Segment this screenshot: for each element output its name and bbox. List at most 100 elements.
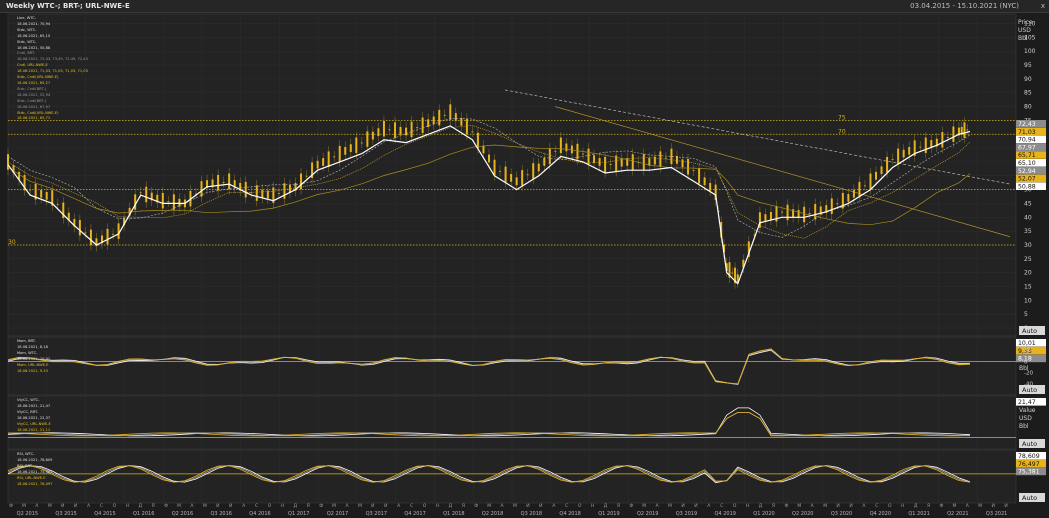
x-month-tick: А xyxy=(242,503,246,509)
candle xyxy=(476,132,479,149)
legend-rsi[interactable]: RSI, WTC- 18.06.2021, 78,609 RSI, BRT- 18.0… xyxy=(17,452,52,487)
candle xyxy=(338,145,341,162)
candle xyxy=(908,146,911,155)
x-month-tick: И xyxy=(229,503,232,509)
x-month-tick: Н xyxy=(281,503,284,509)
candle xyxy=(161,192,164,209)
x-month-tick: Я xyxy=(462,503,465,509)
candle xyxy=(377,128,380,137)
value-label: 10,01 xyxy=(1018,340,1036,347)
candle xyxy=(703,177,706,186)
x-quarter-label: Q2 2015 xyxy=(17,511,38,517)
candle xyxy=(305,175,308,177)
x-month-tick: О xyxy=(733,503,737,509)
legend-volatility[interactable]: VtyCC, WTC- 18.06.2021, 21,47 VtyCC, BRT- 1… xyxy=(17,398,51,433)
x-month-tick: Ф xyxy=(164,503,168,509)
candle xyxy=(394,122,397,138)
x-month-tick: Я xyxy=(617,503,620,509)
x-month-tick: Н xyxy=(436,503,439,509)
candle xyxy=(388,129,391,131)
x-month-tick: Д xyxy=(294,503,298,509)
x-month-tick: И xyxy=(526,503,529,509)
candle xyxy=(902,149,905,158)
x-month-tick: Н xyxy=(746,503,749,509)
x-month-tick: О xyxy=(423,503,427,509)
x-month-tick: С xyxy=(875,503,878,509)
y-axis-label: Price xyxy=(1018,19,1033,26)
y-tick-label: 95 xyxy=(1024,62,1032,69)
y-tick-label: 45 xyxy=(1024,200,1032,207)
y-tick-label: 35 xyxy=(1024,228,1032,235)
candle xyxy=(576,143,579,160)
x-month-tick: Н xyxy=(901,503,904,509)
x-month-tick: И xyxy=(216,503,219,509)
y-tick-label: 20 xyxy=(1024,270,1032,277)
x-month-tick: И xyxy=(371,503,374,509)
x-month-tick: Ф xyxy=(784,503,788,509)
y-tick-label: 85 xyxy=(1024,90,1032,97)
candle xyxy=(797,209,800,218)
candle xyxy=(117,223,120,239)
price-label: 67,97 xyxy=(1018,144,1036,151)
candle xyxy=(416,127,419,129)
x-month-tick: С xyxy=(565,503,568,509)
x-month-tick: И xyxy=(1004,503,1007,509)
candle xyxy=(421,117,424,134)
candle xyxy=(443,114,446,116)
x-quarter-label: Q1 2021 xyxy=(908,511,929,517)
value-label: 78,609 xyxy=(1018,453,1040,460)
candle xyxy=(145,186,148,203)
candle xyxy=(875,171,878,180)
x-month-tick: И xyxy=(384,503,387,509)
candle xyxy=(548,148,551,165)
legend-entry: 18.06.2021, 9,33 xyxy=(17,368,48,373)
auto-button-label: Auto xyxy=(1022,327,1037,335)
candle xyxy=(344,146,347,155)
x-month-tick: М xyxy=(513,503,517,509)
level-label: 70 xyxy=(838,128,846,135)
x-quarter-label: Q1 2016 xyxy=(133,511,154,517)
candle xyxy=(593,155,596,164)
legend-entry: 18.06.2021, 10,01 xyxy=(17,356,51,361)
candle xyxy=(941,132,944,148)
candle xyxy=(482,145,485,154)
candle xyxy=(869,173,872,190)
x-quarter-label: Q1 2020 xyxy=(753,511,774,517)
candle xyxy=(891,159,894,160)
candle xyxy=(515,177,518,186)
legend-momentum[interactable]: Mom, BRT- 18.06.2021, 8,18 Mom, WTC- 18.06.… xyxy=(17,339,50,374)
x-month-tick: М xyxy=(952,503,956,509)
candle xyxy=(360,142,363,144)
x-quarter-label: Q2 2020 xyxy=(792,511,813,517)
candle xyxy=(283,183,286,199)
x-month-tick: М xyxy=(358,503,362,509)
chart-canvas[interactable]: 0510152025303540455055606570758085909510… xyxy=(0,0,1049,518)
candle xyxy=(847,194,850,202)
candle xyxy=(167,201,170,203)
y-axis-label: Bbl xyxy=(1019,365,1029,372)
y-tick-label: 20 xyxy=(1024,348,1031,354)
x-month-tick: О xyxy=(113,503,117,509)
candle xyxy=(543,158,546,166)
candle xyxy=(504,166,507,183)
x-month-tick: Ф xyxy=(319,503,323,509)
candle xyxy=(261,189,264,198)
legend-entry: Mom, URL-NWE-E xyxy=(17,362,49,367)
candle xyxy=(29,189,32,191)
candle xyxy=(521,170,524,186)
candle xyxy=(681,159,684,168)
legend-price[interactable]: Line, WTC- 18.06.2021, 70,94 Stdc, WTC- 18.… xyxy=(17,16,88,122)
candle xyxy=(78,219,81,236)
candle xyxy=(781,211,784,213)
x-quarter-label: Q4 2020 xyxy=(870,511,891,517)
candle xyxy=(106,228,109,245)
candle xyxy=(886,156,889,173)
x-month-tick: М xyxy=(48,503,52,509)
candle xyxy=(852,189,855,198)
x-month-tick: А xyxy=(811,503,815,509)
auto-button-label: Auto xyxy=(1022,440,1037,448)
candle xyxy=(410,121,413,138)
candle xyxy=(333,156,336,158)
x-quarter-label: Q4 2015 xyxy=(94,511,115,517)
legend-entry: 18.06.2021, 65,71 xyxy=(17,116,51,121)
